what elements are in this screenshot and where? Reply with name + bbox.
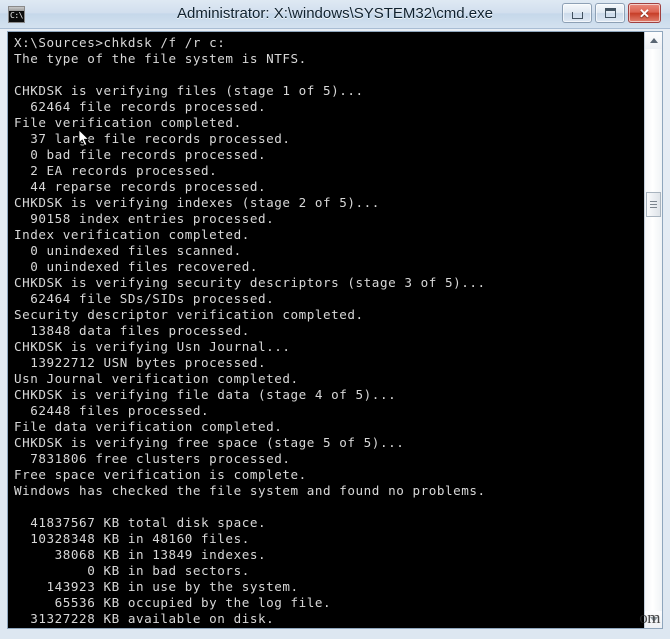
console-line: CHKDSK is verifying free space (stage 5 … bbox=[14, 435, 405, 450]
console-line: 0 KB in bad sectors. bbox=[14, 563, 250, 578]
console-line: 10328348 KB in 48160 files. bbox=[14, 531, 250, 546]
cmd-icon-label: C:\ bbox=[10, 11, 23, 20]
console-line: 2 EA records processed. bbox=[14, 163, 218, 178]
console-line: The type of the file system is NTFS. bbox=[14, 51, 307, 66]
console-line: 41837567 KB total disk space. bbox=[14, 515, 267, 530]
console-line: 38068 KB in 13849 indexes. bbox=[14, 547, 267, 562]
maximize-button[interactable] bbox=[595, 3, 625, 23]
console-line: 0 unindexed files scanned. bbox=[14, 243, 242, 258]
console-line: 0 unindexed files recovered. bbox=[14, 259, 258, 274]
console-line: 7831806 free clusters processed. bbox=[14, 451, 291, 466]
console-line: CHKDSK is verifying file data (stage 4 o… bbox=[14, 387, 397, 402]
console-line: 37 large file records processed. bbox=[14, 131, 291, 146]
title-bar[interactable]: C:\ Administrator: X:\windows\SYSTEM32\c… bbox=[0, 0, 670, 29]
console-line: X:\Sources>chkdsk /f /r c: bbox=[14, 35, 226, 50]
console-line: CHKDSK is verifying Usn Journal... bbox=[14, 339, 291, 354]
console-line: CHKDSK is verifying security descriptors… bbox=[14, 275, 486, 290]
console-line: Usn Journal verification completed. bbox=[14, 371, 299, 386]
console-line: CHKDSK is verifying indexes (stage 2 of … bbox=[14, 195, 380, 210]
scroll-up-button[interactable] bbox=[645, 32, 662, 49]
minimize-icon bbox=[563, 4, 591, 22]
console-line: Index verification completed. bbox=[14, 227, 250, 242]
scrollbar-thumb[interactable] bbox=[646, 192, 661, 217]
close-button[interactable]: ✕ bbox=[628, 3, 661, 23]
console-line: File data verification completed. bbox=[14, 419, 283, 434]
console-line: 62464 file records processed. bbox=[14, 99, 267, 114]
console-line: 13848 data files processed. bbox=[14, 323, 250, 338]
minimize-button[interactable] bbox=[562, 3, 592, 23]
console-line: 44 reparse records processed. bbox=[14, 179, 267, 194]
console-line: File verification completed. bbox=[14, 115, 242, 130]
chevron-up-icon bbox=[649, 38, 658, 43]
close-icon: ✕ bbox=[629, 4, 660, 22]
cmd-window: C:\ Administrator: X:\windows\SYSTEM32\c… bbox=[0, 0, 670, 639]
console-line: 62464 file SDs/SIDs processed. bbox=[14, 291, 275, 306]
console-line: 143923 KB in use by the system. bbox=[14, 579, 299, 594]
console-output: X:\Sources>chkdsk /f /r c: The type of th… bbox=[14, 35, 634, 628]
watermark-text: om bbox=[639, 608, 660, 627]
maximize-icon bbox=[596, 4, 624, 22]
vertical-scrollbar[interactable] bbox=[644, 32, 662, 628]
console-line: 13922712 USN bytes processed. bbox=[14, 355, 267, 370]
console-line: 62448 files processed. bbox=[14, 403, 210, 418]
console-client-area[interactable]: X:\Sources>chkdsk /f /r c: The type of th… bbox=[7, 31, 663, 629]
console-line: Security descriptor verification complet… bbox=[14, 307, 364, 322]
console-line: Windows has checked the file system and … bbox=[14, 483, 486, 498]
console-line: CHKDSK is verifying files (stage 1 of 5)… bbox=[14, 83, 364, 98]
console-line: 90158 index entries processed. bbox=[14, 211, 275, 226]
console-line: Free space verification is complete. bbox=[14, 467, 307, 482]
console-line: 31327228 KB available on disk. bbox=[14, 611, 275, 626]
cmd-icon: C:\ bbox=[8, 6, 25, 23]
console-line: 0 bad file records processed. bbox=[14, 147, 267, 162]
console-line: 65536 KB occupied by the log file. bbox=[14, 595, 332, 610]
grip-icon bbox=[650, 201, 657, 208]
close-glyph: ✕ bbox=[639, 5, 650, 21]
